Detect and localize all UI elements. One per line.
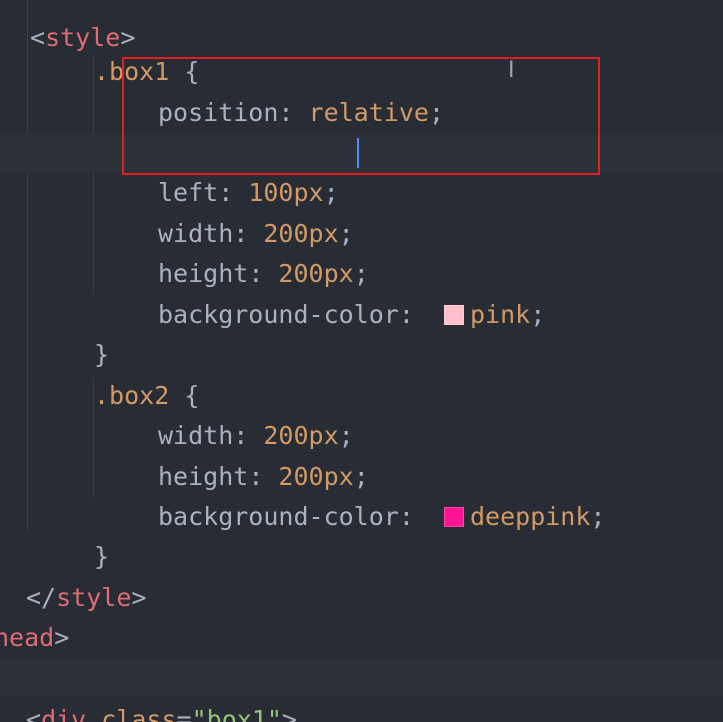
text-caret bbox=[357, 138, 359, 168]
tag-div: div bbox=[41, 705, 87, 722]
code-line: .box2 { bbox=[94, 381, 200, 410]
code-line: .box1 { bbox=[94, 57, 200, 86]
highlight-box bbox=[122, 57, 600, 175]
attr-value-box1: "box1" bbox=[191, 705, 282, 722]
code-line: </style> bbox=[26, 583, 147, 612]
code-line: width: 200px; bbox=[158, 421, 354, 450]
attr-class: class bbox=[101, 705, 177, 722]
code-line: head> bbox=[0, 578, 723, 652]
code-line: ody> bbox=[0, 619, 723, 693]
code-line: <div class="box1"> bbox=[0, 660, 723, 722]
code-line: } bbox=[94, 542, 110, 571]
code-line: height: 200px; bbox=[158, 462, 369, 491]
code-line: height: 200px; bbox=[158, 259, 369, 288]
ibeam-cursor-icon: I bbox=[508, 58, 515, 83]
code-line: background-color: pink; bbox=[158, 300, 546, 329]
code-editor[interactable]: <style> .box1 { position: relative; top:… bbox=[0, 0, 723, 722]
code-line: width: 200px; bbox=[158, 219, 354, 248]
code-line: background-color: deeppink; bbox=[158, 502, 606, 531]
code-line: } bbox=[94, 340, 110, 369]
